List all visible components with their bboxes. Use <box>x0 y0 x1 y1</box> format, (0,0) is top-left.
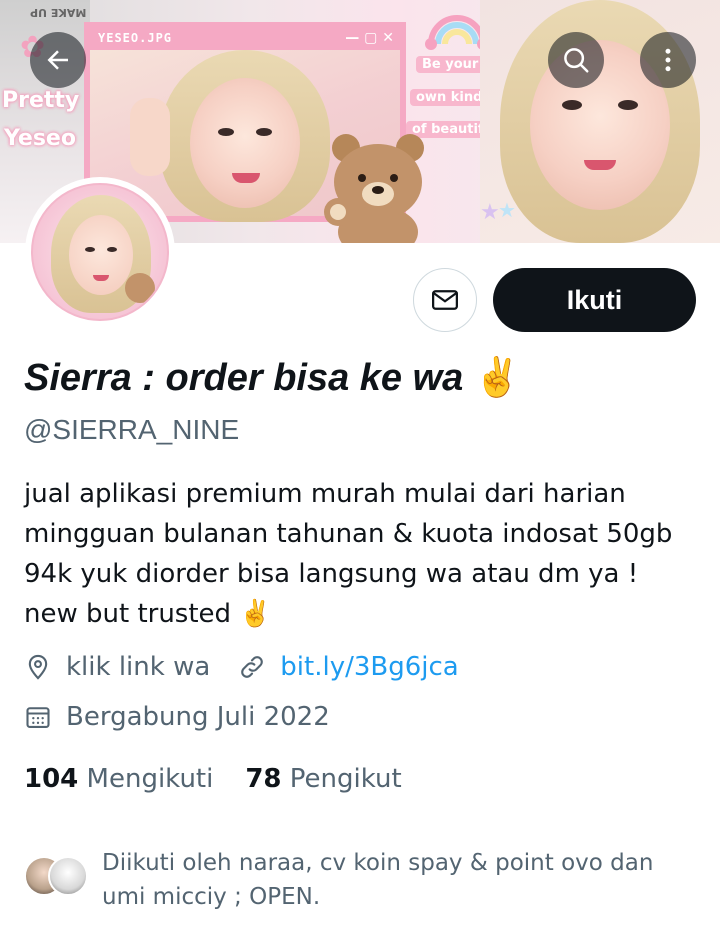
search-button[interactable] <box>548 32 604 88</box>
avatar-eye-right <box>107 247 117 252</box>
followed-by-line: umi micciy ; OPEN. <box>102 884 321 910</box>
followed-by-line: Diikuti oleh naraa, cv koin spay & point… <box>102 850 654 876</box>
more-vertical-icon <box>665 48 671 72</box>
bio-line: new but trusted ✌️ <box>24 599 272 629</box>
banner-hand <box>130 98 170 176</box>
banner-right-eye-left <box>562 100 582 110</box>
link-icon <box>241 656 264 678</box>
follow-button[interactable]: Ikuti <box>493 268 696 332</box>
arrow-left-icon <box>47 50 68 70</box>
following-count-link[interactable]: 104 Mengikuti <box>24 764 213 794</box>
banner-eye-left <box>218 128 234 136</box>
banner-right-eye-right <box>618 100 638 110</box>
profile-avatar[interactable] <box>25 177 175 327</box>
following-label: Mengikuti <box>86 764 214 794</box>
display-name-text: Sierra : order bisa ke wa <box>24 357 464 399</box>
calendar-icon <box>26 707 50 728</box>
banner-face <box>190 78 300 208</box>
followers-label: Pengikut <box>289 764 402 794</box>
star-sticker-icon-2: ★ <box>498 198 516 222</box>
banner-eye-right <box>256 128 272 136</box>
banner-sticker-yeseo: Yeseo <box>4 126 76 151</box>
bio-line: mingguan bulanan tahunan & kuota indosat… <box>24 519 673 549</box>
teddy-bear-sticker-icon <box>324 134 424 243</box>
star-sticker-icon: ★ <box>480 200 500 225</box>
bio-line: jual aplikasi premium murah mulai dari h… <box>24 479 626 509</box>
joined-text: Bergabung Juli 2022 <box>66 702 330 732</box>
banner-right-lips <box>584 160 616 170</box>
banner-window-bar: YESEO.JPG — ▢ ✕ <box>90 28 400 50</box>
avatar-eye-left <box>85 247 95 252</box>
followed-by-text[interactable]: Diikuti oleh naraa, cv koin spay & point… <box>102 846 702 914</box>
profile-location-row: klik link wa bit.ly/3Bg6jca <box>24 652 459 682</box>
banner-corner-text: MAKE UP <box>30 6 87 19</box>
display-name: Sierra : order bisa ke wa ✌️ <box>24 356 521 400</box>
follow-counts: 104 Mengikuti 78 Pengikut <box>24 764 434 794</box>
search-icon <box>564 48 589 73</box>
avatar-image <box>31 183 169 321</box>
follower-avatar[interactable] <box>48 856 88 896</box>
location-pin-icon <box>28 654 48 680</box>
profile-bio: jual aplikasi premium murah mulai dari h… <box>24 474 704 634</box>
back-button[interactable] <box>30 32 86 88</box>
more-options-button[interactable] <box>640 32 696 88</box>
banner-sticker-pretty: Pretty <box>2 88 80 113</box>
banner-window-title: YESEO.JPG <box>98 31 173 45</box>
followers-count-link[interactable]: 78 Pengikut <box>245 764 401 794</box>
banner-pill-1: Be your <box>416 56 485 73</box>
bio-line: 94k yuk diorder bisa langsung wa atau dm… <box>24 559 639 589</box>
avatar-face <box>69 215 133 295</box>
message-button[interactable] <box>413 268 477 332</box>
banner-window-buttons: — ▢ ✕ <box>345 30 394 46</box>
location-text: klik link wa <box>66 652 211 682</box>
profile-joined-row: Bergabung Juli 2022 <box>24 702 330 732</box>
followers-count: 78 <box>245 764 282 794</box>
website-link[interactable]: bit.ly/3Bg6jca <box>280 652 458 682</box>
victory-hand-icon: ✌️ <box>473 357 522 399</box>
banner-pill-2: own kind <box>410 89 489 106</box>
following-count: 104 <box>24 764 79 794</box>
avatar-bear <box>125 273 155 303</box>
profile-handle: @SIERRA_NINE <box>24 414 240 445</box>
envelope-icon <box>432 290 458 310</box>
